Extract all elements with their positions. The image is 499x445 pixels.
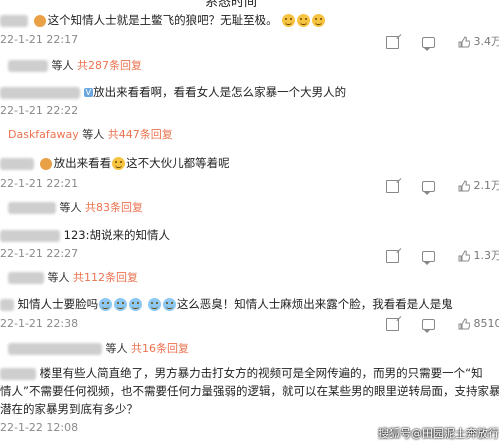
crying-emoji-icon bbox=[147, 298, 161, 311]
crying-emoji-icon bbox=[162, 298, 176, 311]
comment-5-text: 知情人士要脸吗 bbox=[17, 297, 99, 311]
username-blurred[interactable] bbox=[0, 86, 80, 99]
reply-suffix: 等人 bbox=[59, 201, 82, 214]
verified-badge-icon: V bbox=[83, 88, 94, 97]
share-icon[interactable] bbox=[386, 249, 399, 263]
share-icon[interactable] bbox=[386, 317, 399, 331]
reply-summary-1[interactable]: 等人 共287条回复 bbox=[8, 57, 142, 73]
comment-6-text-line3: 潜在的家暴男到底有多少？ bbox=[0, 402, 138, 416]
comment-4-like-count: 1.3万 bbox=[473, 249, 499, 262]
comment-5-timestamp: 22-1-21 22:38 bbox=[0, 317, 79, 330]
comment-1-text: 这个知情人士就是土鳖飞的狼吧？无耻至极。 bbox=[47, 13, 278, 27]
comment-1-like-count: 3.4万 bbox=[473, 35, 499, 48]
smile-emoji-icon bbox=[312, 14, 326, 27]
like-icon[interactable] bbox=[458, 36, 471, 48]
reply-suffix: 等人 bbox=[82, 128, 105, 141]
smile-emoji-icon bbox=[297, 14, 311, 27]
crying-emoji-icon bbox=[129, 298, 143, 311]
comment-4-actions: 1.3万 bbox=[386, 247, 499, 265]
username-blurred[interactable] bbox=[0, 14, 28, 27]
reply-suffix: 等人 bbox=[47, 271, 70, 284]
comment-3-text: 放出来看看 bbox=[53, 156, 112, 170]
reply-summary-3[interactable]: 等人 共83条回复 bbox=[8, 199, 143, 215]
smile-emoji-icon bbox=[112, 157, 126, 170]
comment-5-actions: 8510 bbox=[386, 317, 499, 333]
reply-count-link[interactable]: 共112条回复 bbox=[73, 271, 138, 284]
like-icon[interactable] bbox=[458, 250, 471, 262]
comment-5-like-count: 8510 bbox=[473, 317, 499, 330]
vip-badge-icon bbox=[33, 14, 46, 27]
comment-4-text-row: 123:胡说来的知情人 bbox=[0, 227, 170, 243]
username-blurred[interactable] bbox=[0, 157, 34, 170]
vip-badge-icon bbox=[39, 157, 52, 170]
username-blurred[interactable] bbox=[0, 367, 36, 380]
reply-count-link[interactable]: 共447条回复 bbox=[108, 128, 173, 141]
smile-emoji-icon bbox=[282, 14, 296, 27]
comment-icon[interactable] bbox=[422, 180, 435, 195]
reply-summary-5[interactable]: 等人 共16条回复 bbox=[8, 340, 189, 356]
comment-4-text: 123:胡说来的知情人 bbox=[63, 228, 170, 242]
share-icon[interactable] bbox=[386, 179, 399, 193]
username-blurred[interactable] bbox=[0, 298, 14, 311]
crying-emoji-icon bbox=[114, 298, 128, 311]
reply-count-link[interactable]: 共83条回复 bbox=[85, 201, 143, 214]
comment-2-text-row: V 放出来看看啊，看看女人是怎么家暴一个大男人的 bbox=[0, 84, 346, 100]
comment-5-text-2: 这么恶臭！知情人士麻烦出来露个脸，我看看是人是鬼 bbox=[176, 297, 453, 311]
crying-emoji-icon bbox=[99, 298, 113, 311]
comment-1-actions: 3.4万 bbox=[386, 33, 499, 51]
comment-5-text-row: 知情人士要脸吗 这么恶臭！知情人士麻烦出来露个脸，我看看是人是鬼 bbox=[0, 296, 453, 312]
comment-3-like-count: 2.1万 bbox=[473, 179, 499, 192]
header-title: 系态时间 bbox=[205, 0, 258, 10]
comment-3-text-2: 这不大伙儿都等着呢 bbox=[126, 156, 230, 170]
comment-4-timestamp: 22-1-21 22:27 bbox=[0, 247, 79, 260]
comment-icon[interactable] bbox=[422, 250, 435, 265]
share-icon[interactable] bbox=[386, 35, 399, 49]
comment-3-timestamp: 22-1-21 22:21 bbox=[0, 177, 79, 190]
reply-user-blurred bbox=[8, 202, 56, 214]
comment-3-actions: 2.1万 bbox=[386, 177, 499, 195]
reply-suffix: 等人 bbox=[105, 342, 128, 355]
reply-user-blurred bbox=[8, 60, 48, 72]
comment-icon[interactable] bbox=[422, 318, 435, 333]
username-blurred[interactable] bbox=[0, 229, 60, 242]
comment-3-text-row: 放出来看看 这不大伙儿都等着呢 bbox=[0, 155, 230, 171]
like-icon[interactable] bbox=[458, 318, 471, 330]
comment-6-timestamp: 22-1-22 12:08 bbox=[0, 421, 79, 434]
reply-user-blurred bbox=[8, 272, 44, 284]
source-watermark: 搜狐号@田园泥土奔放行 bbox=[378, 427, 499, 440]
page-header: 系态时间 bbox=[0, 0, 499, 10]
comment-1-text-row: 这个知情人士就是土鳖飞的狼吧？无耻至极。 bbox=[0, 12, 326, 28]
reply-summary-2[interactable]: Daskfafaway 等人 共447条回复 bbox=[8, 126, 173, 142]
comment-1-timestamp: 22-1-21 22:17 bbox=[0, 33, 79, 46]
comment-2-text: 放出来看看啊，看看女人是怎么家暴一个大男人的 bbox=[93, 85, 347, 99]
comment-6-text: 楼里有些人简直绝了，男方暴力击打女方的视频可是全网传遍的，而男的只需要一个“知 bbox=[39, 366, 483, 380]
reply-count-link[interactable]: 共16条回复 bbox=[131, 342, 189, 355]
comment-6-text-row: 楼里有些人简直绝了，男方暴力击打女方的视频可是全网传遍的，而男的只需要一个“知 bbox=[0, 365, 483, 381]
comment-2-timestamp: 22-1-21 22:22 bbox=[0, 104, 79, 117]
reply-username[interactable]: Daskfafaway bbox=[8, 128, 79, 141]
reply-suffix: 等人 bbox=[51, 59, 74, 72]
reply-summary-4[interactable]: 等人 共112条回复 bbox=[8, 269, 138, 285]
reply-user-blurred bbox=[8, 343, 102, 355]
comment-icon[interactable] bbox=[422, 36, 435, 51]
comment-6-text-line2: 情人”不需要任何视频，也不需要任何力量强弱的逻辑，就可以在某些男的眼里逆转局面，… bbox=[0, 384, 499, 398]
like-icon[interactable] bbox=[458, 180, 471, 192]
reply-count-link[interactable]: 共287条回复 bbox=[77, 59, 142, 72]
